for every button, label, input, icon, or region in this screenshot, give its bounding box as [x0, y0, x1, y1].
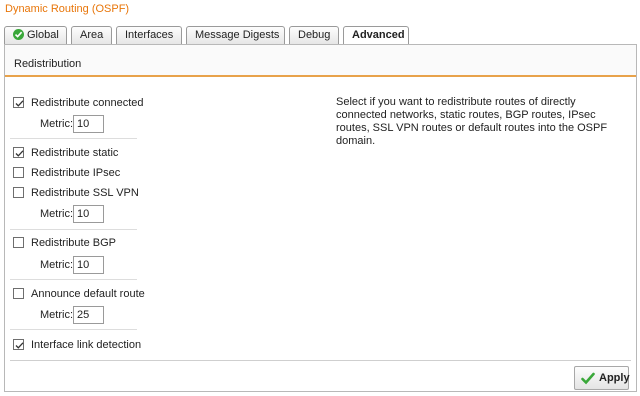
redistribute-connected-checkbox[interactable]	[13, 97, 24, 108]
redistribute-sslvpn-option[interactable]: Redistribute SSL VPN	[13, 187, 139, 201]
advanced-panel: Redistribution Redistribute connected Me…	[4, 44, 637, 392]
tab-label: Debug	[298, 29, 331, 41]
interface-link-detection-label: Interface link detection	[31, 339, 142, 351]
redistribute-sslvpn-checkbox[interactable]	[13, 187, 24, 198]
bgp-metric: Metric:	[40, 256, 104, 274]
redistribute-sslvpn-label: Redistribute SSL VPN	[31, 187, 139, 199]
redistribute-bgp-option[interactable]: Redistribute BGP	[13, 237, 116, 251]
green-check-icon	[581, 372, 595, 385]
redistribute-bgp-checkbox[interactable]	[13, 237, 24, 248]
tab-label: Interfaces	[125, 29, 174, 41]
redistribute-bgp-label: Redistribute BGP	[31, 237, 116, 249]
divider	[10, 138, 137, 139]
green-check-circle-icon	[13, 29, 24, 40]
redistribute-static-checkbox[interactable]	[13, 147, 24, 158]
sslvpn-metric: Metric:	[40, 205, 104, 223]
tab-debug[interactable]: Debug	[289, 26, 339, 44]
announce-default-route-checkbox[interactable]	[13, 288, 24, 299]
apply-label: Apply	[599, 372, 630, 384]
divider	[10, 279, 137, 280]
metric-label: Metric:	[40, 118, 73, 130]
interface-link-detection-checkbox[interactable]	[13, 339, 24, 350]
announce-default-route-option[interactable]: Announce default route	[13, 288, 145, 302]
divider	[10, 329, 137, 330]
sslvpn-metric-input[interactable]	[73, 205, 104, 223]
tab-area[interactable]: Area	[71, 26, 112, 44]
tab-interfaces[interactable]: Interfaces	[116, 26, 182, 44]
footer-divider	[10, 360, 631, 361]
redistribute-connected-option[interactable]: Redistribute connected	[13, 97, 144, 111]
redistribute-static-label: Redistribute static	[31, 147, 119, 159]
section-header: Redistribution	[5, 45, 636, 77]
bgp-metric-input[interactable]	[73, 256, 104, 274]
metric-label: Metric:	[40, 208, 73, 220]
help-text: Select if you want to redistribute route…	[336, 96, 608, 147]
redistribute-ipsec-option[interactable]: Redistribute IPsec	[13, 167, 120, 181]
redistribute-ipsec-checkbox[interactable]	[13, 167, 24, 178]
tab-advanced[interactable]: Advanced	[343, 26, 409, 45]
tab-label: Advanced	[352, 29, 405, 41]
tab-label: Message Digests	[195, 29, 280, 41]
tab-label: Area	[80, 29, 104, 41]
connected-metric-input[interactable]	[73, 115, 104, 133]
announce-default-route-label: Announce default route	[31, 288, 145, 300]
redistribute-connected-label: Redistribute connected	[31, 97, 144, 109]
default-route-metric-input[interactable]	[73, 306, 104, 324]
redistribute-ipsec-label: Redistribute IPsec	[31, 167, 121, 179]
section-title: Redistribution	[14, 58, 82, 70]
tab-label: Global	[27, 29, 59, 41]
apply-button[interactable]: Apply	[574, 366, 630, 390]
page-title: Dynamic Routing (OSPF)	[5, 3, 130, 15]
interface-link-detection-option[interactable]: Interface link detection	[13, 339, 141, 353]
connected-metric: Metric:	[40, 115, 104, 133]
tab-message-digests[interactable]: Message Digests	[186, 26, 285, 44]
metric-label: Metric:	[40, 259, 73, 271]
tab-global[interactable]: Global	[4, 26, 67, 44]
redistribute-static-option[interactable]: Redistribute static	[13, 147, 118, 161]
metric-label: Metric:	[40, 309, 73, 321]
default-route-metric: Metric:	[40, 306, 104, 324]
divider	[10, 229, 137, 230]
